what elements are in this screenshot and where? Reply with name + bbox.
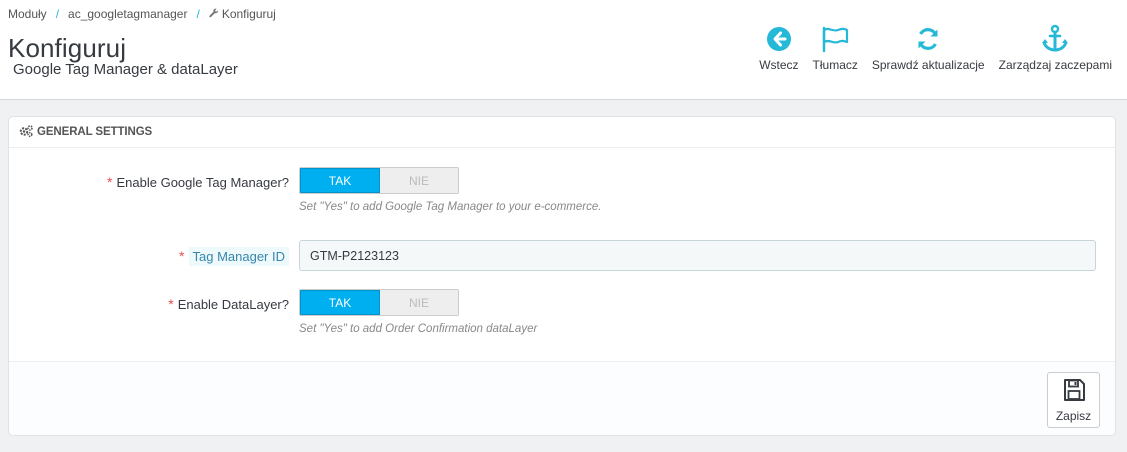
breadcrumb-item-modules[interactable]: Moduły (8, 7, 47, 21)
required-marker: * (107, 174, 113, 190)
breadcrumb: Moduły / ac_googletagmanager / Konfiguru… (8, 7, 276, 21)
enable-gtm-label-text: Enable Google Tag Manager? (116, 175, 290, 190)
page-title: Konfiguruj (8, 33, 127, 63)
cogs-icon (19, 124, 37, 140)
enable-datalayer-switch[interactable]: TAK NIE (299, 289, 459, 316)
translate-label: Tłumacz (812, 58, 858, 72)
flag-icon (820, 22, 850, 56)
page-header: Moduły / ac_googletagmanager / Konfiguru… (0, 0, 1127, 100)
required-marker: * (168, 296, 174, 312)
breadcrumb-item-module[interactable]: ac_googletagmanager (68, 7, 187, 21)
tag-manager-id-input[interactable] (299, 240, 1096, 271)
tag-manager-id-label: * Tag Manager ID (179, 247, 289, 266)
enable-datalayer-label-text: Enable DataLayer? (177, 297, 289, 312)
tag-manager-id-label-text: Tag Manager ID (192, 249, 286, 264)
check-updates-label: Sprawdź aktualizacje (871, 58, 985, 72)
enable-gtm-label: * Enable Google Tag Manager? (107, 174, 289, 190)
back-label: Wstecz (759, 58, 799, 72)
floppy-disk-icon (1062, 378, 1086, 405)
enable-datalayer-yes[interactable]: TAK (300, 290, 380, 315)
tag-manager-id-hint[interactable]: Tag Manager ID (188, 247, 289, 266)
page-subtitle: Google Tag Manager & dataLayer (13, 61, 238, 78)
breadcrumb-separator: / (55, 7, 60, 21)
breadcrumb-separator: / (196, 7, 200, 21)
anchor-icon (1040, 22, 1070, 56)
enable-datalayer-no[interactable]: NIE (380, 290, 458, 315)
enable-gtm-switch[interactable]: TAK NIE (299, 167, 459, 194)
enable-gtm-help: Set "Yes" to add Google Tag Manager to y… (299, 201, 602, 213)
panel-footer: Zapisz (9, 361, 1115, 435)
translate-button[interactable]: Tłumacz (806, 22, 865, 72)
enable-datalayer-label: * Enable DataLayer? (168, 296, 289, 312)
enable-gtm-no[interactable]: NIE (380, 168, 458, 193)
refresh-icon (915, 22, 941, 56)
manage-hooks-button[interactable]: Zarządzaj zaczepami (992, 22, 1119, 72)
back-button[interactable]: Wstecz (752, 22, 805, 72)
check-updates-button[interactable]: Sprawdź aktualizacje (865, 22, 992, 72)
required-marker: * (179, 248, 185, 264)
panel-heading-label: GENERAL SETTINGS (37, 126, 153, 138)
toolbar: Wstecz Tłumacz Sprawdź aktualizacje Zarz… (752, 22, 1119, 72)
enable-gtm-yes[interactable]: TAK (300, 168, 380, 193)
arrow-left-circle-icon (766, 22, 792, 56)
manage-hooks-label: Zarządzaj zaczepami (998, 58, 1112, 72)
general-settings-panel: GENERAL SETTINGS * Enable Google Tag Mana… (8, 116, 1116, 436)
save-button[interactable]: Zapisz (1047, 372, 1100, 428)
breadcrumb-item-current: Konfiguruj (221, 7, 276, 21)
save-label: Zapisz (1055, 408, 1092, 423)
panel-heading: GENERAL SETTINGS (9, 117, 1115, 148)
enable-datalayer-help: Set "Yes" to add Order Confirmation data… (299, 323, 538, 335)
wrench-icon (209, 8, 219, 21)
